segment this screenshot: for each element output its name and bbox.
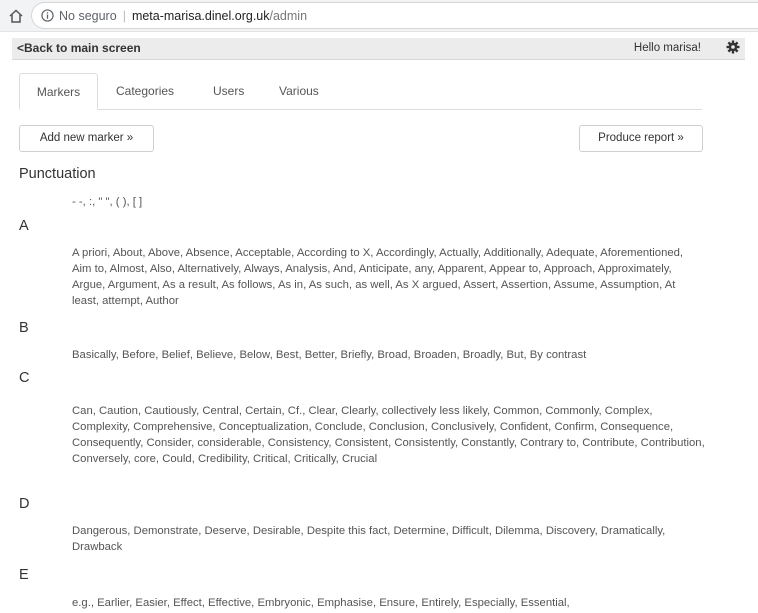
section-items-a: A priori, About, Above, Absence, Accepta… <box>72 247 684 307</box>
back-link-label: Back to main screen <box>24 41 141 55</box>
browser-address-bar: No seguro | meta-marisa.dinel.org.uk/adm… <box>0 0 758 32</box>
tab-bar: Markers Categories Users Various <box>19 73 702 110</box>
section-title-punctuation: Punctuation <box>19 166 96 182</box>
info-icon[interactable] <box>41 9 54 22</box>
section-items-c: Can, Caution, Cautiously, Central, Certa… <box>72 405 705 465</box>
tab-markers[interactable]: Markers <box>19 73 98 110</box>
section-items-d: Dangerous, Demonstrate, Deserve, Desirab… <box>72 525 666 553</box>
greeting: Hello marisa! <box>633 42 701 54</box>
url-field[interactable]: No seguro | meta-marisa.dinel.org.uk/adm… <box>31 2 758 29</box>
url-host: meta-marisa.dinel.org.uk <box>131 8 270 23</box>
section-items-e: e.g., Earlier, Easier, Effect, Effective… <box>72 597 570 609</box>
url-path: /admin <box>269 8 308 23</box>
tab-categories[interactable]: Categories <box>116 73 174 109</box>
section-items-b: Basically, Before, Belief, Believe, Belo… <box>72 349 587 361</box>
chevron-left-icon: < <box>17 41 25 55</box>
top-navbar: <Back to main screen Hello marisa! <box>12 38 745 60</box>
section-items-punctuation: - -, :, " ", ( ), [ ] <box>72 196 143 208</box>
tab-various[interactable]: Various <box>279 73 319 109</box>
gear-icon[interactable] <box>725 39 741 55</box>
section-title-e: E <box>19 567 29 583</box>
section-title-b: B <box>19 320 29 336</box>
section-title-c: C <box>19 370 30 386</box>
tab-users[interactable]: Users <box>213 73 244 109</box>
produce-report-button[interactable]: Produce report » <box>579 125 703 152</box>
security-label: No seguro <box>59 8 117 23</box>
add-marker-button[interactable]: Add new marker » <box>19 125 154 152</box>
url-separator: | <box>122 8 126 23</box>
section-title-d: D <box>19 496 30 512</box>
back-link[interactable]: <Back to main screen <box>17 41 141 55</box>
home-icon[interactable] <box>6 6 26 26</box>
section-title-a: A <box>19 218 29 234</box>
